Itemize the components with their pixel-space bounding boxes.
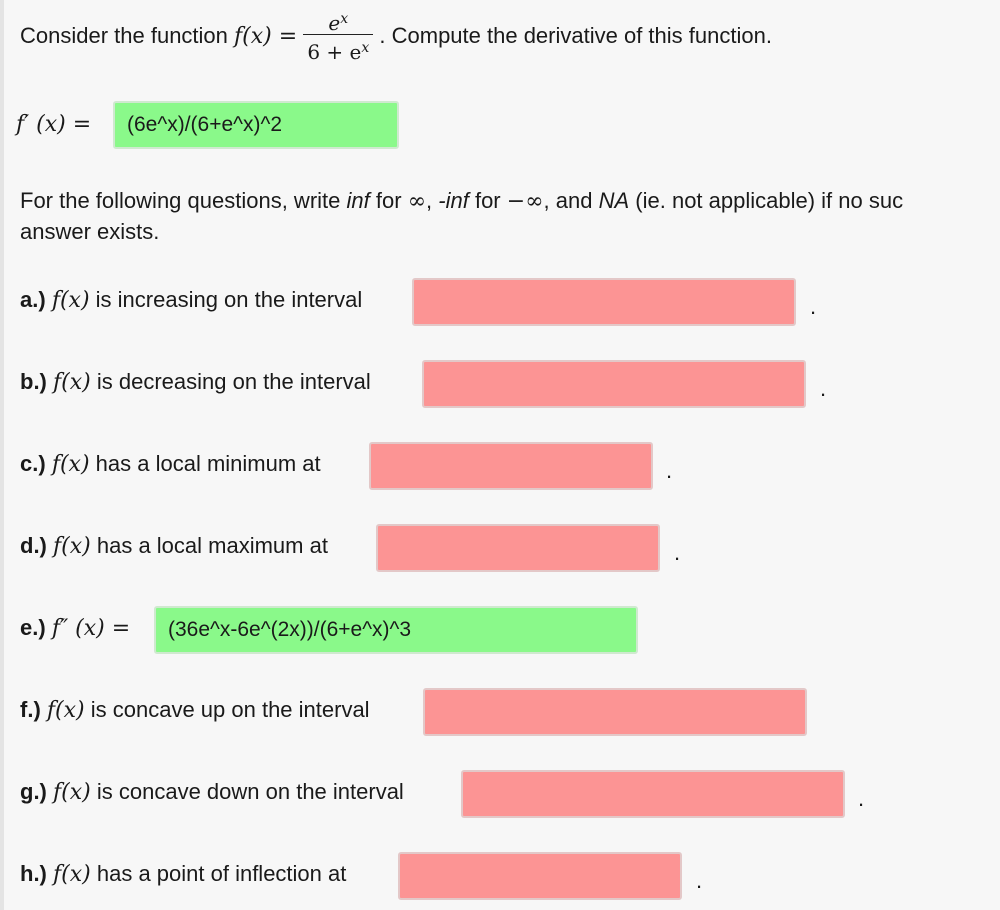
- answer-c-input[interactable]: [369, 442, 653, 490]
- instructions: For the following questions, write inf f…: [20, 188, 904, 214]
- trailing-period: .: [674, 540, 681, 565]
- question-text: has a local minimum at: [95, 451, 321, 476]
- function-definition: f(x) =: [234, 24, 298, 49]
- trailing-period: .: [696, 868, 703, 893]
- question-function: f(x): [53, 370, 91, 395]
- instructions-text-1: For the following questions, write: [20, 188, 341, 213]
- answer-a-input[interactable]: [412, 278, 796, 326]
- question-text: has a point of inflection at: [96, 861, 347, 886]
- answer-e-input[interactable]: [154, 606, 638, 654]
- function-fraction: ex 6 + ex: [303, 8, 374, 64]
- second-derivative-label: f″ (x) =: [51, 616, 131, 641]
- instructions-line-2: answer exists.: [20, 219, 160, 244]
- question-text: is increasing on the interval: [95, 287, 363, 312]
- trailing-period: .: [858, 786, 865, 811]
- question-function: f(x): [53, 862, 91, 887]
- question-letter: a.): [20, 287, 46, 312]
- problem-page: Consider the function f(x) = ex 6 + ex .…: [0, 0, 1000, 910]
- neg-infinity-symbol: −∞: [506, 189, 544, 214]
- question-text: is concave up on the interval: [90, 697, 370, 722]
- question-e: e.) f″ (x) =: [20, 615, 130, 641]
- instructions-for-2: for: [474, 188, 501, 213]
- trailing-period: .: [666, 458, 673, 483]
- answer-g-input[interactable]: [461, 770, 845, 818]
- question-letter: h.): [20, 861, 47, 886]
- question-g: g.) f(x) is concave down on the interval: [20, 779, 404, 805]
- question-letter: b.): [20, 369, 47, 394]
- question-c: c.) f(x) has a local minimum at: [20, 451, 321, 477]
- problem-suffix: . Compute the derivative of this functio…: [379, 23, 772, 48]
- neg-inf-keyword: -inf: [438, 188, 469, 213]
- question-letter: c.): [20, 451, 46, 476]
- question-text: has a local maximum at: [96, 533, 328, 558]
- answer-f-input[interactable]: [423, 688, 807, 736]
- denominator: 6 + e: [307, 39, 362, 64]
- instructions-and: , and: [543, 188, 593, 213]
- question-d: d.) f(x) has a local maximum at: [20, 533, 328, 559]
- question-h: h.) f(x) has a point of inflection at: [20, 861, 346, 887]
- problem-prefix: Consider the function: [20, 23, 228, 48]
- question-letter: f.): [20, 697, 41, 722]
- answer-h-input[interactable]: [398, 852, 682, 900]
- question-letter: g.): [20, 779, 47, 804]
- question-function: f(x): [51, 288, 90, 313]
- question-letter: d.): [20, 533, 47, 558]
- question-function: f(x): [53, 534, 91, 559]
- question-b: b.) f(x) is decreasing on the interval: [20, 369, 371, 395]
- numerator: e: [328, 10, 341, 35]
- question-letter: e.): [20, 615, 46, 640]
- numerator-exponent: x: [340, 10, 349, 27]
- instructions-for-1: for: [375, 188, 402, 213]
- infinity-symbol: ∞: [407, 189, 427, 214]
- instructions-text-2: (ie. not applicable) if no suc: [635, 188, 904, 213]
- answer-b-input[interactable]: [422, 360, 806, 408]
- inf-keyword: inf: [346, 188, 370, 213]
- question-function: f(x): [46, 698, 85, 723]
- derivative-input[interactable]: [113, 101, 399, 149]
- trailing-period: .: [810, 294, 817, 319]
- answer-d-input[interactable]: [376, 524, 660, 572]
- question-function: f(x): [51, 452, 90, 477]
- question-function: f(x): [53, 780, 91, 805]
- question-a: a.) f(x) is increasing on the interval: [20, 287, 362, 313]
- question-f: f.) f(x) is concave up on the interval: [20, 697, 370, 723]
- denominator-exponent: x: [361, 39, 370, 56]
- na-keyword: NA: [598, 188, 630, 213]
- derivative-label: f′ (x) =: [16, 112, 92, 137]
- question-text: is decreasing on the interval: [96, 369, 371, 394]
- trailing-period: .: [820, 376, 827, 401]
- problem-statement: Consider the function f(x) = ex 6 + ex .…: [20, 4, 772, 68]
- question-text: is concave down on the interval: [96, 779, 404, 804]
